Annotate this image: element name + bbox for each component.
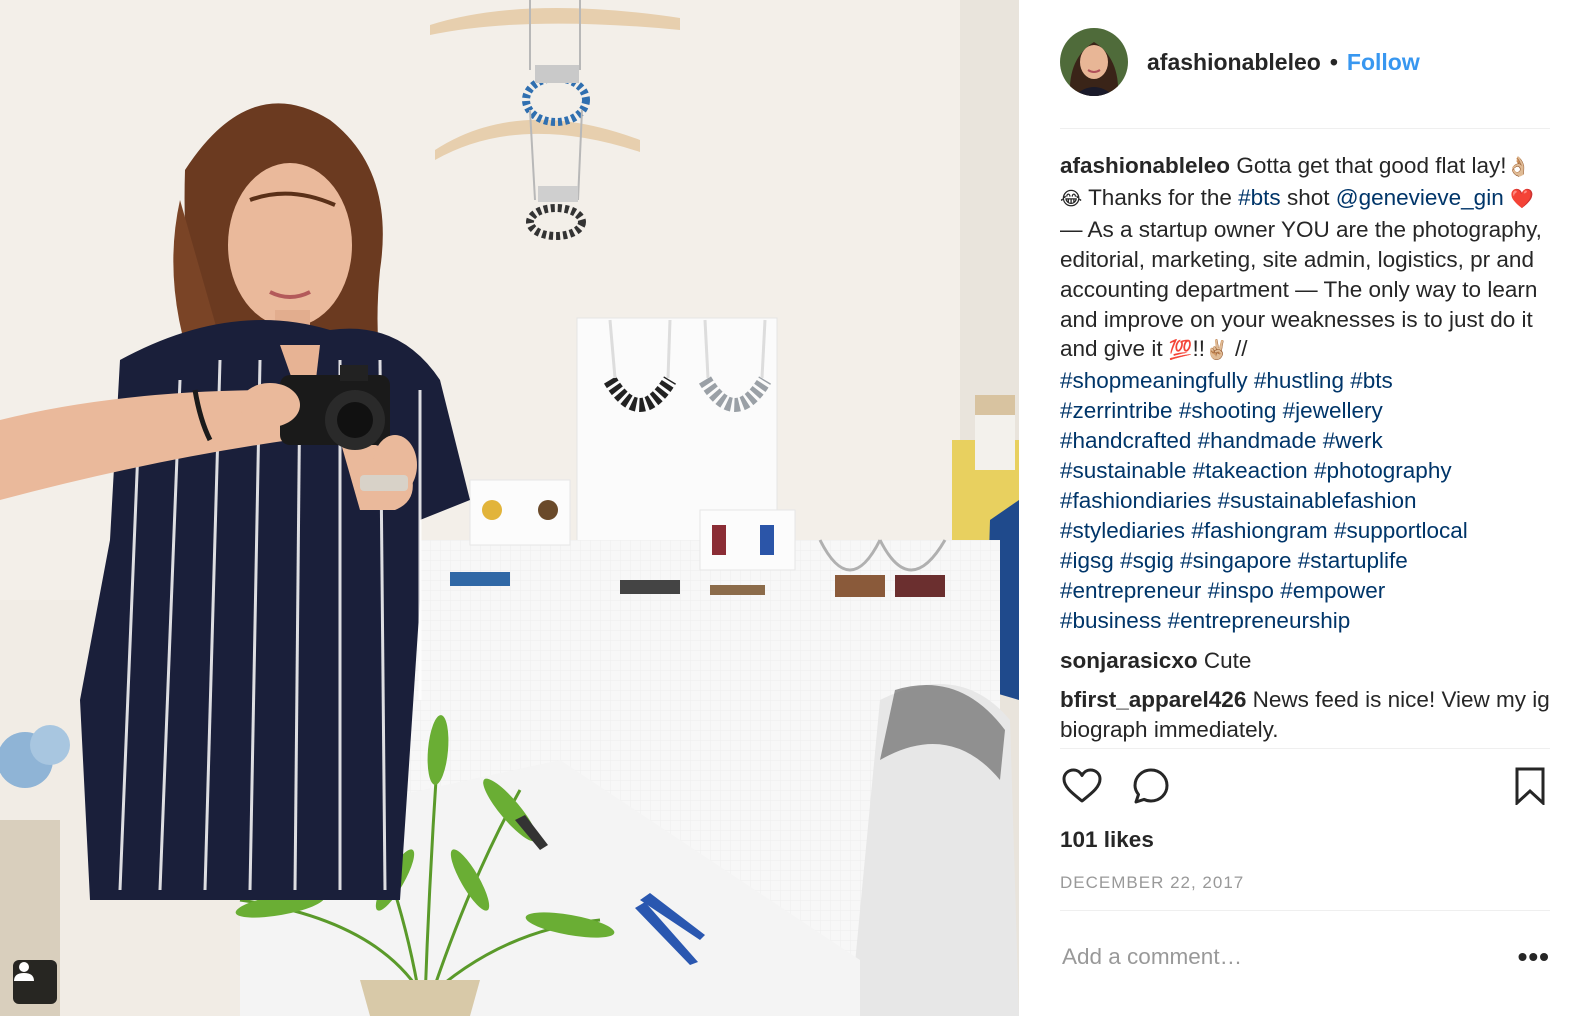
comment-text: Cute <box>1203 647 1252 673</box>
hashtag-link[interactable]: #hustling <box>1254 368 1344 393</box>
post-header: afashionableleo • Follow <box>1060 0 1550 129</box>
comment-button[interactable] <box>1129 764 1173 808</box>
hashtag-link[interactable]: #werk <box>1323 428 1383 453</box>
caption-text: Gotta get that good flat lay! <box>1236 153 1507 178</box>
hashtag-link[interactable]: #sgig <box>1120 548 1174 573</box>
author-username[interactable]: afashionableleo <box>1147 49 1321 76</box>
hashtag-link[interactable]: #jewellery <box>1283 398 1383 423</box>
ok-hand-emoji: 👌🏼 <box>1506 156 1531 178</box>
comment-item: sonjarasicxo Cute <box>1060 646 1550 676</box>
speech-bubble-icon <box>1133 768 1169 804</box>
comments-section: afashionableleo Gotta get that good flat… <box>1060 129 1550 749</box>
follow-button[interactable]: Follow <box>1347 49 1420 76</box>
instagram-post: afashionableleo • Follow afashionableleo… <box>0 0 1590 1016</box>
hashtag-link[interactable]: #supportlocal <box>1334 518 1468 543</box>
hashtag-link[interactable]: #bts <box>1350 368 1393 393</box>
avatar-image <box>1060 28 1128 96</box>
header-text: afashionableleo • Follow <box>1147 49 1420 76</box>
hundred-points-emoji: 💯 <box>1168 339 1193 362</box>
hashtag-link[interactable]: #shopmeaningfully <box>1060 368 1248 393</box>
caption-text: !! <box>1192 336 1206 362</box>
hashtag-link[interactable]: #entrepreneurship <box>1168 608 1351 633</box>
post-date[interactable]: DECEMBER 22, 2017 <box>1060 873 1550 911</box>
hashtag-link[interactable]: #handcrafted <box>1060 428 1191 453</box>
heart-outline-icon <box>1062 768 1102 803</box>
separator-dot: • <box>1329 48 1338 75</box>
post-sidebar: afashionableleo • Follow afashionableleo… <box>1019 0 1590 1016</box>
hashtag-link[interactable]: #bts <box>1238 185 1281 210</box>
hashtag-link[interactable]: #empower <box>1280 578 1385 603</box>
caption-text: // <box>1234 336 1248 362</box>
caption-text: Thanks for the <box>1088 184 1232 210</box>
caption-text: shot <box>1286 184 1330 210</box>
hashtag-link[interactable]: #takeaction <box>1193 458 1308 483</box>
hashtag-link[interactable]: #sustainable <box>1060 458 1186 483</box>
hashtag-link[interactable]: #zerrintribe <box>1060 398 1173 423</box>
photo-illustration <box>0 0 1019 1016</box>
red-heart-emoji: ❤️ <box>1509 187 1534 210</box>
post-caption: afashionableleo Gotta get that good flat… <box>1060 151 1550 636</box>
mention-link[interactable]: @genevieve_gin <box>1336 185 1504 210</box>
hashtag-link[interactable]: #sustainablefashion <box>1218 488 1417 513</box>
avatar[interactable] <box>1060 28 1128 96</box>
victory-hand-emoji: ✌🏼 <box>1205 339 1229 362</box>
comment-item: bfirst_apparel426 News feed is nice! Vie… <box>1060 685 1550 745</box>
hashtag-link[interactable]: #stylediaries <box>1060 518 1185 543</box>
post-photo[interactable] <box>0 0 1019 1016</box>
hashtag-link[interactable]: #startuplife <box>1298 548 1408 573</box>
comment-username[interactable]: bfirst_apparel426 <box>1060 687 1246 712</box>
caption-text: — As a startup owner YOU are the photogr… <box>1060 216 1542 362</box>
hashtag-link[interactable]: #shooting <box>1179 398 1277 423</box>
hashtag-link[interactable]: #photography <box>1314 458 1452 483</box>
hashtag-link[interactable]: #singapore <box>1180 548 1291 573</box>
action-bar <box>1060 749 1550 823</box>
hashtag-link[interactable]: #igsg <box>1060 548 1114 573</box>
more-options-button[interactable]: ••• <box>1518 943 1550 971</box>
comment-input[interactable] <box>1060 944 1482 970</box>
add-comment-bar: ••• <box>1060 911 1550 1003</box>
hashtag-link[interactable]: #inspo <box>1208 578 1274 603</box>
hashtag-link[interactable]: #business <box>1060 608 1161 633</box>
hashtag-link[interactable]: #entrepreneur <box>1060 578 1201 603</box>
hashtag-link[interactable]: #fashiongram <box>1191 518 1327 543</box>
caption-username[interactable]: afashionableleo <box>1060 153 1230 178</box>
tagged-users-button[interactable] <box>13 960 57 1004</box>
hashtag-link[interactable]: #fashiondiaries <box>1060 488 1211 513</box>
likes-count[interactable]: 101 likes <box>1060 827 1550 853</box>
comment-username[interactable]: sonjarasicxo <box>1060 648 1198 673</box>
bookmark-icon <box>1515 767 1545 805</box>
laughing-emoji: 😂 <box>1060 187 1083 210</box>
hashtag-link[interactable]: #handmade <box>1198 428 1317 453</box>
like-button[interactable] <box>1060 764 1104 808</box>
save-button[interactable] <box>1508 764 1552 808</box>
person-icon <box>14 962 34 981</box>
